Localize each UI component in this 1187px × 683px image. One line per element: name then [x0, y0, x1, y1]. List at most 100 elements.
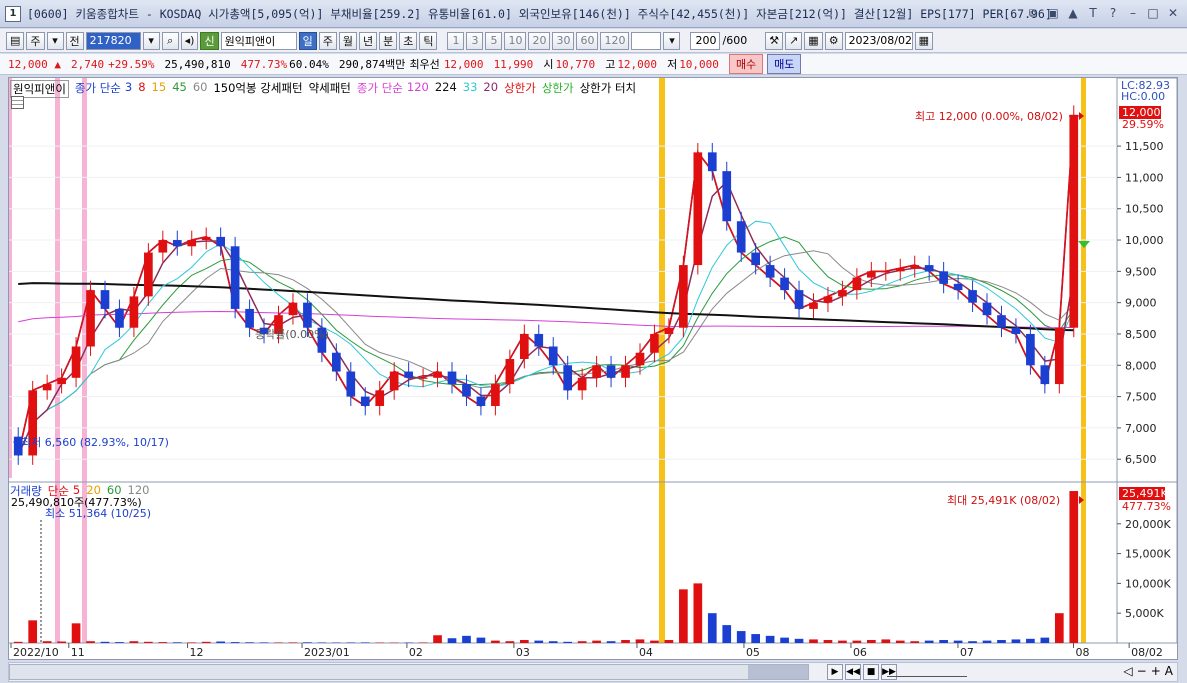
legend-ma-224[interactable]: 224 — [435, 80, 457, 98]
sound-icon[interactable]: ◂) — [180, 31, 199, 50]
code-dropdown-icon[interactable]: ▾ — [142, 31, 160, 50]
legend-pattern-weak[interactable]: 약세패턴 — [309, 80, 351, 98]
interval-60[interactable]: 60 — [576, 31, 599, 50]
save-icon[interactable]: ▦ — [804, 31, 823, 50]
volume-ma-5[interactable]: 5 — [73, 483, 80, 499]
window-layout-icon[interactable]: ▣ — [1045, 5, 1061, 21]
change-rate-annotation: 등락률(0.00%) — [255, 328, 329, 341]
search-icon[interactable]: ⌕ — [161, 31, 179, 50]
restore-layout-icon[interactable]: ⧉ — [1025, 5, 1041, 21]
volume-max-annotation: 최대 25,491K (08/02) — [947, 494, 1060, 507]
indicator-icon[interactable]: ⚒ — [765, 31, 784, 50]
count-total: /600 — [722, 34, 748, 47]
volume-bar — [867, 640, 876, 643]
best-ask-label: 최우선 — [409, 58, 440, 71]
volume-bar — [924, 640, 934, 643]
legend-ma-label[interactable]: 종가 단순 — [75, 80, 121, 98]
candle — [664, 327, 674, 334]
count-input[interactable]: 200 — [690, 31, 721, 50]
legend-ma-3[interactable]: 3 — [125, 80, 132, 98]
volume-bar — [635, 639, 645, 643]
volume-legend-label[interactable]: 거래량 — [10, 483, 42, 499]
interval-10[interactable]: 10 — [504, 31, 527, 50]
interval-30[interactable]: 30 — [552, 31, 575, 50]
volume-bar — [693, 583, 703, 643]
legend-ma-15[interactable]: 15 — [152, 80, 167, 98]
interval-dropdown-icon[interactable]: ▾ — [663, 31, 681, 50]
volume-ma-120[interactable]: 120 — [128, 483, 150, 499]
period-minute[interactable]: 분 — [379, 31, 398, 50]
auto-scale-icon[interactable]: A — [1165, 664, 1173, 678]
candle — [172, 240, 182, 247]
zoom-slider[interactable] — [887, 667, 967, 677]
period-year[interactable]: 년 — [358, 31, 378, 50]
first-icon[interactable]: ▶ — [827, 664, 843, 680]
buy-button[interactable]: 매수 — [728, 54, 764, 74]
legend-ma-45[interactable]: 45 — [172, 80, 187, 98]
legend-ma-8[interactable]: 8 — [138, 80, 145, 98]
volume-bar — [1054, 613, 1064, 643]
minimize-icon[interactable]: – — [1125, 5, 1141, 21]
y-tick-label: 11,000 — [1125, 171, 1164, 184]
menu-icon[interactable]: ▤ — [6, 31, 25, 50]
pin-icon[interactable]: ▲ — [1065, 5, 1081, 21]
legend-ma-120[interactable]: 120 — [407, 80, 429, 98]
horizontal-scrollbar[interactable] — [9, 664, 809, 680]
legend-limit-touch[interactable]: 상한가 터치 — [580, 80, 637, 98]
volume-bar — [997, 640, 1006, 643]
maximize-icon[interactable]: □ — [1145, 5, 1161, 21]
date-input[interactable]: 2023/08/02 — [844, 31, 913, 50]
scroll-thumb[interactable] — [748, 665, 808, 679]
close-icon[interactable]: ✕ — [1165, 5, 1181, 21]
candle — [592, 365, 601, 378]
period-week[interactable]: 주 — [318, 31, 337, 50]
zoom-in-icon[interactable]: + — [1151, 664, 1161, 678]
stop-icon[interactable]: ■ — [863, 664, 879, 680]
volume-bar — [650, 640, 659, 643]
interval-5[interactable]: 5 — [485, 31, 503, 50]
stock-code-input[interactable]: 217820 — [85, 31, 141, 50]
legend-limit-up[interactable]: 상한가 — [504, 80, 536, 98]
volume-bar — [100, 641, 110, 643]
candle — [621, 365, 630, 378]
interval-20[interactable]: 20 — [528, 31, 551, 50]
y-tick-label: 9,500 — [1125, 265, 1157, 278]
legend-limit-up-2[interactable]: 상한가 — [542, 80, 574, 98]
all-button[interactable]: 전 — [65, 31, 84, 50]
interval-120[interactable]: 120 — [600, 31, 630, 50]
price-chart[interactable]: 11,500 11,000 10,500 10,000 9,500 9,000 8,500 8… — [9, 77, 1178, 659]
sell-button[interactable]: 매도 — [767, 54, 802, 74]
candle — [476, 396, 486, 406]
volume-ma-20[interactable]: 20 — [86, 483, 101, 499]
type-select[interactable]: 주 — [26, 31, 45, 50]
interval-3[interactable]: 3 — [466, 31, 484, 50]
interval-1[interactable]: 1 — [447, 31, 465, 50]
moving-average-line — [18, 310, 1074, 329]
chart-area[interactable]: 11,500 11,000 10,500 10,000 9,500 9,000 8,500 8… — [8, 77, 1178, 660]
drag-left-icon[interactable]: ◁ — [1123, 664, 1132, 678]
legend-pattern-strong[interactable]: 150억봉 강세패턴 — [213, 80, 302, 98]
calendar-icon[interactable]: ▦ — [914, 31, 933, 50]
legend-ma-20[interactable]: 20 — [483, 80, 498, 98]
legend-ma-33[interactable]: 33 — [463, 80, 478, 98]
period-month[interactable]: 월 — [338, 31, 357, 50]
volume-ma-60[interactable]: 60 — [107, 483, 122, 499]
volume-ma-label[interactable]: 단순 — [48, 483, 69, 499]
legend-ma-60[interactable]: 60 — [193, 80, 208, 98]
font-icon[interactable]: T — [1085, 5, 1101, 21]
grid-toggle-icon[interactable] — [11, 96, 24, 109]
period-second[interactable]: 초 — [399, 31, 418, 50]
window-title: [0600] 키움종합차트 - KOSDAQ 시가총액[5,095(억)] 부채… — [27, 6, 1052, 21]
low-price: 10,000 — [679, 57, 719, 71]
type-dropdown-icon[interactable]: ▾ — [46, 31, 64, 50]
chart-type-icon[interactable]: ↗ — [785, 31, 803, 50]
interval-custom-input[interactable] — [631, 31, 662, 50]
settings-icon[interactable]: ⚙ — [824, 31, 843, 50]
volume-bar — [1011, 639, 1021, 643]
legend-ma2-label[interactable]: 종가 단순 — [357, 80, 403, 98]
period-tick[interactable]: 틱 — [419, 31, 438, 50]
prev-icon[interactable]: ◀◀ — [845, 664, 861, 680]
help-icon[interactable]: ? — [1105, 5, 1121, 21]
zoom-out-icon[interactable]: − — [1137, 664, 1147, 678]
period-day[interactable]: 일 — [298, 31, 317, 50]
